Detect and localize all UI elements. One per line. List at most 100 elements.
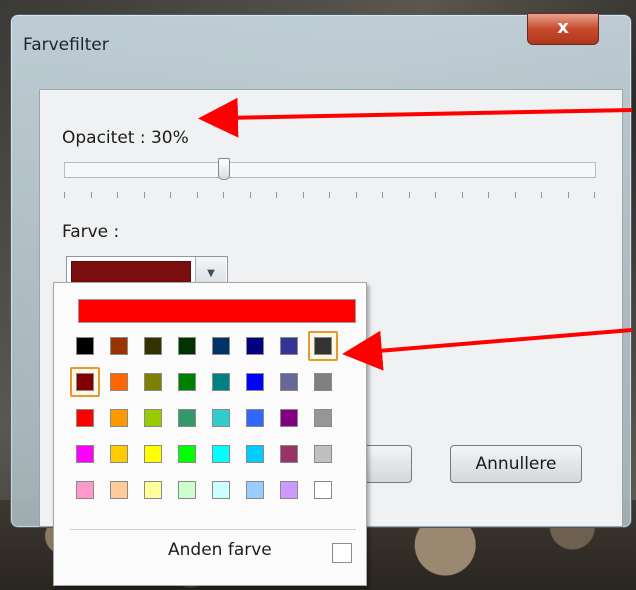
palette-color-cell[interactable] <box>274 403 304 433</box>
palette-color-cell[interactable] <box>70 439 100 469</box>
slider-tick <box>276 192 277 198</box>
palette-color-swatch <box>280 481 298 499</box>
palette-color-swatch <box>110 445 128 463</box>
palette-color-cell[interactable] <box>104 475 134 505</box>
palette-color-cell[interactable] <box>172 403 202 433</box>
palette-color-swatch <box>314 337 332 355</box>
palette-color-swatch <box>246 481 264 499</box>
color-label: Farve : <box>62 222 120 242</box>
other-color-swatch[interactable] <box>332 543 352 563</box>
opacity-slider-ticks <box>64 192 596 198</box>
palette-separator <box>70 529 356 530</box>
slider-tick <box>90 192 92 198</box>
slider-tick <box>594 192 595 198</box>
palette-color-swatch <box>76 373 94 391</box>
slider-tick <box>514 192 516 198</box>
palette-color-swatch <box>110 337 128 355</box>
palette-color-swatch <box>178 481 196 499</box>
cancel-button[interactable]: Annullere <box>450 445 582 483</box>
opacity-slider-thumb[interactable] <box>218 158 230 180</box>
slider-tick <box>302 192 304 198</box>
palette-color-cell[interactable] <box>104 367 134 397</box>
palette-color-cell[interactable] <box>172 331 202 361</box>
palette-color-swatch <box>76 481 94 499</box>
palette-color-swatch <box>110 481 128 499</box>
palette-color-cell[interactable] <box>308 475 338 505</box>
palette-color-swatch <box>178 445 196 463</box>
palette-color-cell[interactable] <box>138 439 168 469</box>
palette-color-cell[interactable] <box>138 367 168 397</box>
palette-color-swatch <box>246 373 264 391</box>
palette-color-swatch <box>178 373 196 391</box>
palette-color-cell[interactable] <box>138 331 168 361</box>
palette-color-swatch <box>144 445 162 463</box>
palette-color-swatch <box>110 409 128 427</box>
palette-color-swatch <box>76 409 94 427</box>
close-button[interactable]: x <box>527 13 599 45</box>
palette-color-swatch <box>144 337 162 355</box>
palette-color-swatch <box>212 409 230 427</box>
palette-color-cell[interactable] <box>104 403 134 433</box>
palette-color-swatch <box>314 445 332 463</box>
palette-color-swatch <box>314 481 332 499</box>
slider-tick <box>64 192 65 198</box>
color-palette-popup: Anden farve <box>53 282 367 586</box>
palette-color-cell[interactable] <box>70 331 100 361</box>
other-color-label[interactable]: Anden farve <box>168 540 272 560</box>
slider-tick <box>408 192 410 198</box>
palette-color-swatch <box>76 445 94 463</box>
palette-color-cell[interactable] <box>240 331 270 361</box>
palette-color-swatch <box>212 445 230 463</box>
palette-color-cell[interactable] <box>70 367 100 397</box>
palette-color-swatch <box>280 445 298 463</box>
palette-color-cell[interactable] <box>206 367 236 397</box>
palette-color-cell[interactable] <box>138 403 168 433</box>
palette-color-cell[interactable] <box>104 331 134 361</box>
palette-color-cell[interactable] <box>104 439 134 469</box>
palette-color-cell[interactable] <box>172 475 202 505</box>
palette-color-cell[interactable] <box>274 475 304 505</box>
palette-color-cell[interactable] <box>274 439 304 469</box>
palette-color-cell[interactable] <box>138 475 168 505</box>
slider-tick <box>382 192 383 198</box>
palette-color-cell[interactable] <box>206 403 236 433</box>
palette-color-cell[interactable] <box>308 367 338 397</box>
palette-color-cell[interactable] <box>206 475 236 505</box>
palette-color-swatch <box>280 373 298 391</box>
palette-color-swatch <box>246 337 264 355</box>
palette-color-swatch <box>212 337 230 355</box>
palette-color-swatch <box>212 373 230 391</box>
palette-color-cell[interactable] <box>308 439 338 469</box>
palette-color-swatch <box>144 409 162 427</box>
slider-tick <box>488 192 489 198</box>
palette-top-color-bar[interactable] <box>78 299 356 323</box>
palette-color-swatch <box>178 409 196 427</box>
slider-tick <box>355 192 357 198</box>
palette-color-cell[interactable] <box>240 439 270 469</box>
palette-color-swatch <box>246 409 264 427</box>
slider-tick <box>117 192 118 198</box>
palette-color-cell[interactable] <box>240 367 270 397</box>
palette-color-cell[interactable] <box>172 367 202 397</box>
slider-tick <box>541 192 542 198</box>
opacity-label: Opacitet : 30% <box>62 128 189 148</box>
palette-color-cell[interactable] <box>70 475 100 505</box>
palette-color-cell[interactable] <box>206 331 236 361</box>
palette-color-cell[interactable] <box>70 403 100 433</box>
palette-color-cell[interactable] <box>308 331 338 361</box>
palette-color-cell[interactable] <box>240 403 270 433</box>
palette-color-swatch <box>280 409 298 427</box>
dialog-title: Farvefilter <box>23 35 109 55</box>
opacity-slider-track[interactable] <box>64 162 596 178</box>
palette-color-cell[interactable] <box>308 403 338 433</box>
palette-color-cell[interactable] <box>240 475 270 505</box>
palette-color-swatch <box>76 337 94 355</box>
palette-color-swatch <box>314 373 332 391</box>
slider-tick <box>249 192 251 198</box>
palette-color-swatch <box>314 409 332 427</box>
palette-color-cell[interactable] <box>172 439 202 469</box>
slider-tick <box>461 192 463 198</box>
palette-color-cell[interactable] <box>206 439 236 469</box>
palette-color-cell[interactable] <box>274 331 304 361</box>
palette-color-cell[interactable] <box>274 367 304 397</box>
